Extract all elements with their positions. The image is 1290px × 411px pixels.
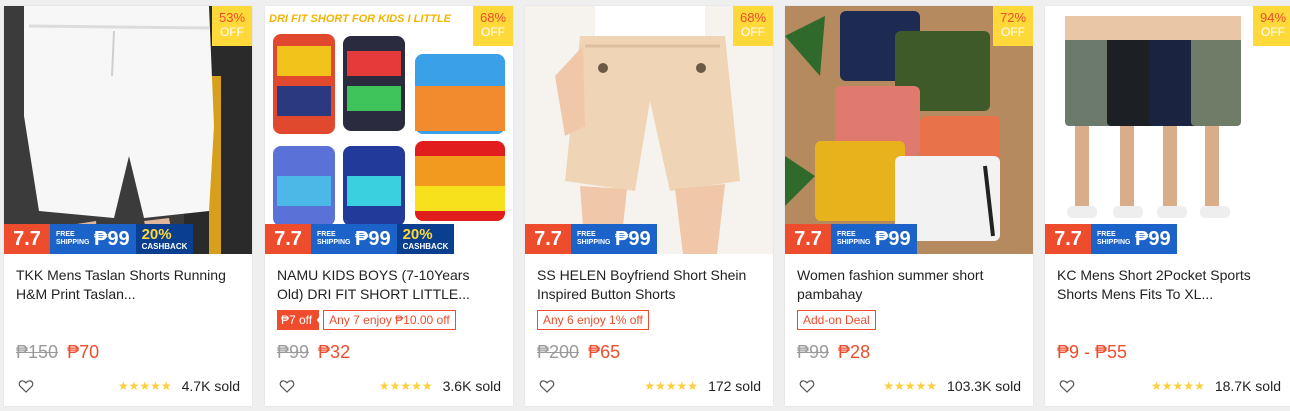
original-price: ₱150 [16, 342, 59, 362]
product-card[interactable]: 94% OFF 7.7 FREE SHIPPING ₱99 KC Mens Sh… [1045, 6, 1290, 406]
voucher-tag: ₱7 off [277, 310, 320, 330]
price: ₱9 - ₱55 [1057, 342, 1127, 363]
heart-outline-icon[interactable] [1059, 378, 1075, 394]
sold-count: 3.6K sold [442, 378, 501, 394]
cashback-badge: 20% CASHBACK [135, 224, 194, 254]
sale-price: ₱32 [318, 342, 351, 362]
discount-badge: 68% OFF [733, 6, 773, 46]
product-card[interactable]: 72% OFF 7.7 FREE SHIPPING ₱99 Women fash… [785, 6, 1033, 406]
product-image[interactable]: 94% OFF 7.7 FREE SHIPPING ₱99 [1045, 6, 1290, 254]
free-shipping-badge: FREE SHIPPING ₱99 [50, 224, 136, 254]
sold-count: 103.3K sold [947, 378, 1021, 394]
product-card[interactable]: DRI FIT SHORT FOR KIDS I LITTLE 68% OFF … [265, 6, 513, 406]
original-price: ₱99 [277, 342, 310, 362]
discount-badge: 68% OFF [473, 6, 513, 46]
product-title[interactable]: NAMU KIDS BOYS (7-10Years Old) DRI FIT S… [277, 266, 499, 304]
product-grid: 53% OFF 7.7 FREE SHIPPING ₱99 20% CASHBA… [0, 0, 1290, 411]
heart-outline-icon[interactable] [539, 378, 555, 394]
sold-count: 4.7K sold [181, 378, 240, 394]
heart-outline-icon[interactable] [799, 378, 815, 394]
add-on-deal-tag: Add-on Deal [797, 310, 876, 330]
original-price: ₱200 [537, 342, 580, 362]
star-rating: ★★★★★ [378, 379, 433, 393]
sale-badge: 7.7 [1045, 224, 1091, 254]
original-price: ₱99 [797, 342, 830, 362]
sale-badge: 7.7 [785, 224, 831, 254]
promo-tags: Any 6 enjoy 1% off [537, 310, 649, 330]
star-rating: ★★★★★ [644, 379, 699, 393]
sale-price: ₱65 [588, 342, 621, 362]
product-image[interactable]: 68% OFF 7.7 FREE SHIPPING ₱99 [525, 6, 773, 254]
star-rating: ★★★★★ [883, 379, 938, 393]
discount-badge: 72% OFF [993, 6, 1033, 46]
product-image[interactable]: DRI FIT SHORT FOR KIDS I LITTLE 68% OFF … [265, 6, 513, 254]
promo-strip: 7.7 FREE SHIPPING ₱99 [525, 224, 773, 254]
sale-badge: 7.7 [265, 224, 311, 254]
free-shipping-badge: FREE SHIPPING ₱99 [831, 224, 917, 254]
heart-outline-icon[interactable] [279, 378, 295, 394]
discount-badge: 94% OFF [1253, 6, 1290, 46]
sale-price: ₱70 [67, 342, 100, 362]
cashback-badge: 20% CASHBACK [396, 224, 455, 254]
price: ₱99 ₱28 [797, 342, 870, 363]
product-card[interactable]: 68% OFF 7.7 FREE SHIPPING ₱99 SS HELEN B… [525, 6, 773, 406]
image-banner-text: DRI FIT SHORT FOR KIDS I LITTLE [269, 13, 452, 25]
free-shipping-badge: FREE SHIPPING ₱99 [1091, 224, 1177, 254]
sale-badge: 7.7 [4, 224, 50, 254]
product-image[interactable]: 53% OFF 7.7 FREE SHIPPING ₱99 20% CASHBA… [4, 6, 252, 254]
sold-count: 172 sold [708, 378, 761, 394]
sale-price-range: ₱9 - ₱55 [1057, 342, 1128, 362]
star-rating: ★★★★★ [117, 379, 172, 393]
bundle-deal-tag: Any 6 enjoy 1% off [537, 310, 649, 330]
product-title[interactable]: Women fashion summer short pambahay [797, 266, 1019, 304]
heart-outline-icon[interactable] [18, 378, 34, 394]
promo-tags: Add-on Deal [797, 310, 876, 330]
product-title[interactable]: KC Mens Short 2Pocket Sports Shorts Mens… [1057, 266, 1279, 304]
product-card[interactable]: 53% OFF 7.7 FREE SHIPPING ₱99 20% CASHBA… [4, 6, 252, 406]
discount-badge: 53% OFF [212, 6, 252, 46]
product-title[interactable]: SS HELEN Boyfriend Short Shein Inspired … [537, 266, 759, 304]
free-shipping-badge: FREE SHIPPING ₱99 [571, 224, 657, 254]
product-image[interactable]: 72% OFF 7.7 FREE SHIPPING ₱99 [785, 6, 1033, 254]
promo-strip: 7.7 FREE SHIPPING ₱99 [785, 224, 1033, 254]
promo-tags: ₱7 off Any 7 enjoy ₱10.00 off [277, 310, 456, 330]
product-title[interactable]: TKK Mens Taslan Shorts Running H&M Print… [16, 266, 238, 304]
price: ₱99 ₱32 [277, 342, 350, 363]
sold-count: 18.7K sold [1214, 378, 1281, 394]
sale-price: ₱28 [838, 342, 871, 362]
bundle-deal-tag: Any 7 enjoy ₱10.00 off [323, 310, 456, 330]
sale-badge: 7.7 [525, 224, 571, 254]
price: ₱150 ₱70 [16, 342, 99, 363]
free-shipping-badge: FREE SHIPPING ₱99 [311, 224, 397, 254]
promo-strip: 7.7 FREE SHIPPING ₱99 [1045, 224, 1290, 254]
star-rating: ★★★★★ [1151, 379, 1205, 393]
promo-strip: 7.7 FREE SHIPPING ₱99 20% CASHBACK [4, 224, 252, 254]
price: ₱200 ₱65 [537, 342, 620, 363]
promo-strip: 7.7 FREE SHIPPING ₱99 20% CASHBACK [265, 224, 513, 254]
